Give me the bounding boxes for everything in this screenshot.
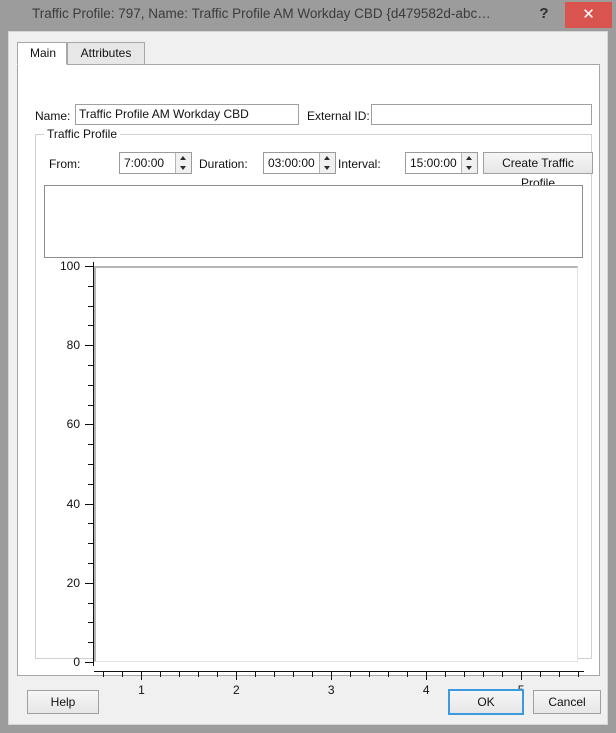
y-tick-minor [88, 365, 94, 366]
x-tick-minor [407, 671, 408, 677]
create-traffic-profile-button[interactable]: Create Traffic Profile [483, 152, 593, 174]
interval-spinner-up-icon[interactable] [462, 153, 477, 163]
x-tick-minor [578, 671, 579, 677]
x-tick-minor [388, 671, 389, 677]
y-tick-label: 80 [67, 338, 80, 352]
tab-main[interactable]: Main [17, 42, 67, 65]
y-tick-label: 100 [60, 259, 80, 273]
duration-label: Duration: [199, 157, 248, 171]
x-tick-label: 2 [233, 683, 240, 697]
dialog-client-area: Main Attributes Name: Traffic Profile AM… [8, 31, 608, 725]
help-icon[interactable]: ? [530, 0, 558, 28]
x-tick-minor [350, 671, 351, 677]
y-tick-major [85, 583, 94, 584]
x-tick-major [141, 671, 142, 680]
from-label: From: [49, 157, 80, 171]
x-tick-minor [274, 671, 275, 677]
interval-stepper[interactable]: 15:00:00 [405, 152, 478, 174]
traffic-profile-dialog: Traffic Profile: 797, Name: Traffic Prof… [0, 0, 616, 733]
ok-button[interactable]: OK [449, 690, 523, 714]
chart-y-axis: 0 20 40 60 80 100 [36, 262, 94, 666]
y-tick-major [85, 504, 94, 505]
y-tick-minor [88, 523, 94, 524]
traffic-profile-group-title: Traffic Profile [44, 127, 120, 141]
y-tick-minor [88, 385, 94, 386]
x-tick-minor [502, 671, 503, 677]
duration-spinner-down-icon[interactable] [320, 163, 335, 173]
y-tick-label: 20 [67, 576, 80, 590]
y-tick-minor [88, 286, 94, 287]
x-axis-line [94, 671, 584, 672]
y-tick-minor [88, 444, 94, 445]
close-icon[interactable]: ✕ [565, 2, 612, 28]
duration-spinner-up-icon[interactable] [320, 153, 335, 163]
y-tick-minor [88, 563, 94, 564]
interval-value[interactable]: 15:00:00 [410, 153, 459, 173]
duration-spinner-buttons[interactable] [319, 153, 335, 173]
tab-panel-main: Name: Traffic Profile AM Workday CBD Ext… [17, 64, 600, 676]
duration-value[interactable]: 03:00:00 [268, 153, 317, 173]
x-tick-minor [122, 671, 123, 677]
x-tick-major [236, 671, 237, 680]
external-id-input[interactable] [371, 104, 592, 125]
x-tick-minor [293, 671, 294, 677]
from-spinner-buttons[interactable] [175, 153, 191, 173]
x-tick-minor [540, 671, 541, 677]
from-value[interactable]: 7:00:00 [124, 153, 173, 173]
y-tick-minor [88, 642, 94, 643]
x-tick-minor [559, 671, 560, 677]
x-tick-major [426, 671, 427, 680]
y-tick-minor [88, 484, 94, 485]
y-tick-label: 60 [67, 417, 80, 431]
x-tick-label: 3 [328, 683, 335, 697]
x-tick-major [521, 671, 522, 680]
tab-strip: Main Attributes [17, 42, 600, 64]
help-button[interactable]: Help [27, 690, 99, 714]
name-input[interactable]: Traffic Profile AM Workday CBD [75, 104, 299, 125]
x-tick-minor [198, 671, 199, 677]
traffic-profile-list[interactable] [44, 185, 583, 258]
x-tick-label: 4 [423, 683, 430, 697]
y-tick-label: 0 [73, 655, 80, 669]
title-bar[interactable]: Traffic Profile: 797, Name: Traffic Prof… [0, 0, 616, 30]
x-tick-minor [103, 671, 104, 677]
interval-label: Interval: [338, 157, 381, 171]
x-tick-minor [369, 671, 370, 677]
window-title: Traffic Profile: 797, Name: Traffic Prof… [32, 6, 524, 21]
y-tick-label: 40 [67, 497, 80, 511]
from-stepper[interactable]: 7:00:00 [119, 152, 192, 174]
x-tick-minor [312, 671, 313, 677]
x-tick-minor [179, 671, 180, 677]
x-tick-minor [464, 671, 465, 677]
y-tick-major [85, 662, 94, 663]
y-tick-minor [88, 622, 94, 623]
y-tick-minor [88, 464, 94, 465]
interval-spinner-buttons[interactable] [461, 153, 477, 173]
y-tick-minor [88, 543, 94, 544]
cancel-button[interactable]: Cancel [533, 690, 601, 714]
x-tick-minor [160, 671, 161, 677]
traffic-profile-chart: 020406080100 12345 [36, 262, 584, 654]
chart-plot-area [94, 266, 578, 662]
x-tick-label: 1 [138, 683, 145, 697]
from-spinner-up-icon[interactable] [176, 153, 191, 163]
x-tick-major [331, 671, 332, 680]
x-tick-minor [445, 671, 446, 677]
y-tick-major [85, 266, 94, 267]
x-tick-minor [483, 671, 484, 677]
y-tick-minor [88, 325, 94, 326]
from-spinner-down-icon[interactable] [176, 163, 191, 173]
duration-stepper[interactable]: 03:00:00 [263, 152, 336, 174]
interval-spinner-down-icon[interactable] [462, 163, 477, 173]
x-tick-minor [255, 671, 256, 677]
x-tick-minor [217, 671, 218, 677]
y-tick-minor [88, 306, 94, 307]
y-tick-minor [88, 603, 94, 604]
y-tick-minor [88, 405, 94, 406]
y-tick-major [85, 345, 94, 346]
external-id-label: External ID: [307, 109, 370, 123]
tab-attributes[interactable]: Attributes [67, 42, 145, 64]
y-tick-major [85, 424, 94, 425]
name-label: Name: [35, 109, 70, 123]
